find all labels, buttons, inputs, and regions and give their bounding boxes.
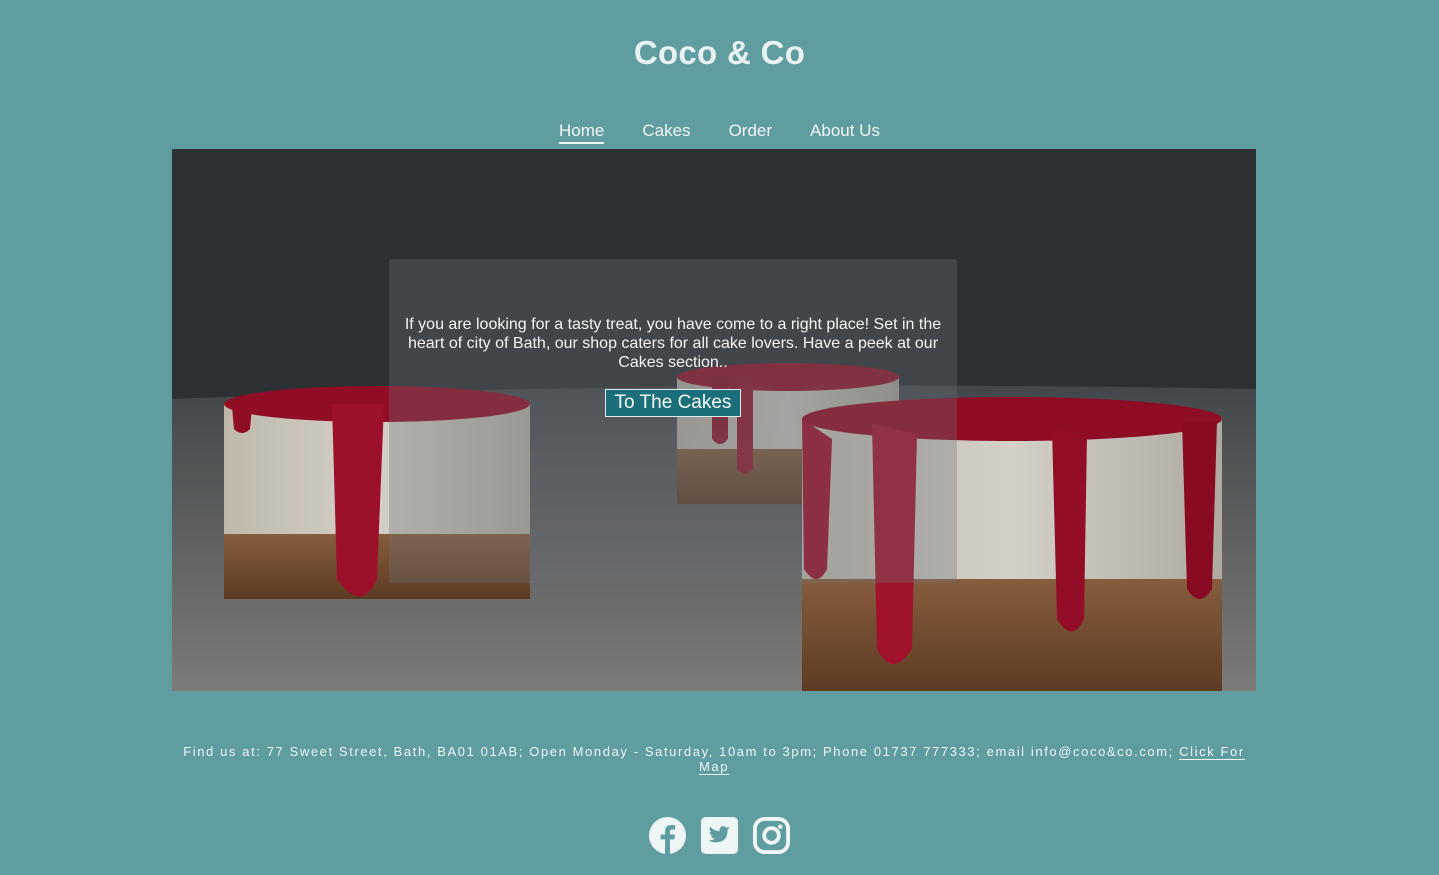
nav-cakes[interactable]: Cakes — [642, 121, 690, 144]
footer-info: Find us at: 77 Sweet Street, Bath, BA01 … — [172, 744, 1256, 775]
instagram-icon[interactable] — [752, 816, 791, 855]
intro-text: If you are looking for a tasty treat, yo… — [404, 316, 942, 371]
nav-order[interactable]: Order — [729, 121, 772, 144]
to-the-cakes-button[interactable]: To The Cakes — [605, 389, 741, 417]
main-nav: Home Cakes Order About Us — [0, 121, 1439, 144]
nav-about-us[interactable]: About Us — [810, 121, 880, 144]
social-links — [0, 816, 1439, 855]
intro-panel: If you are looking for a tasty treat, yo… — [389, 259, 957, 583]
site-title: Coco & Co — [633, 34, 806, 71]
nav-home[interactable]: Home — [559, 121, 605, 144]
contact-details: Find us at: 77 Sweet Street, Bath, BA01 … — [183, 744, 1180, 759]
hero-banner: If you are looking for a tasty treat, yo… — [172, 149, 1256, 691]
twitter-icon[interactable] — [700, 816, 739, 855]
facebook-icon[interactable] — [648, 816, 687, 855]
